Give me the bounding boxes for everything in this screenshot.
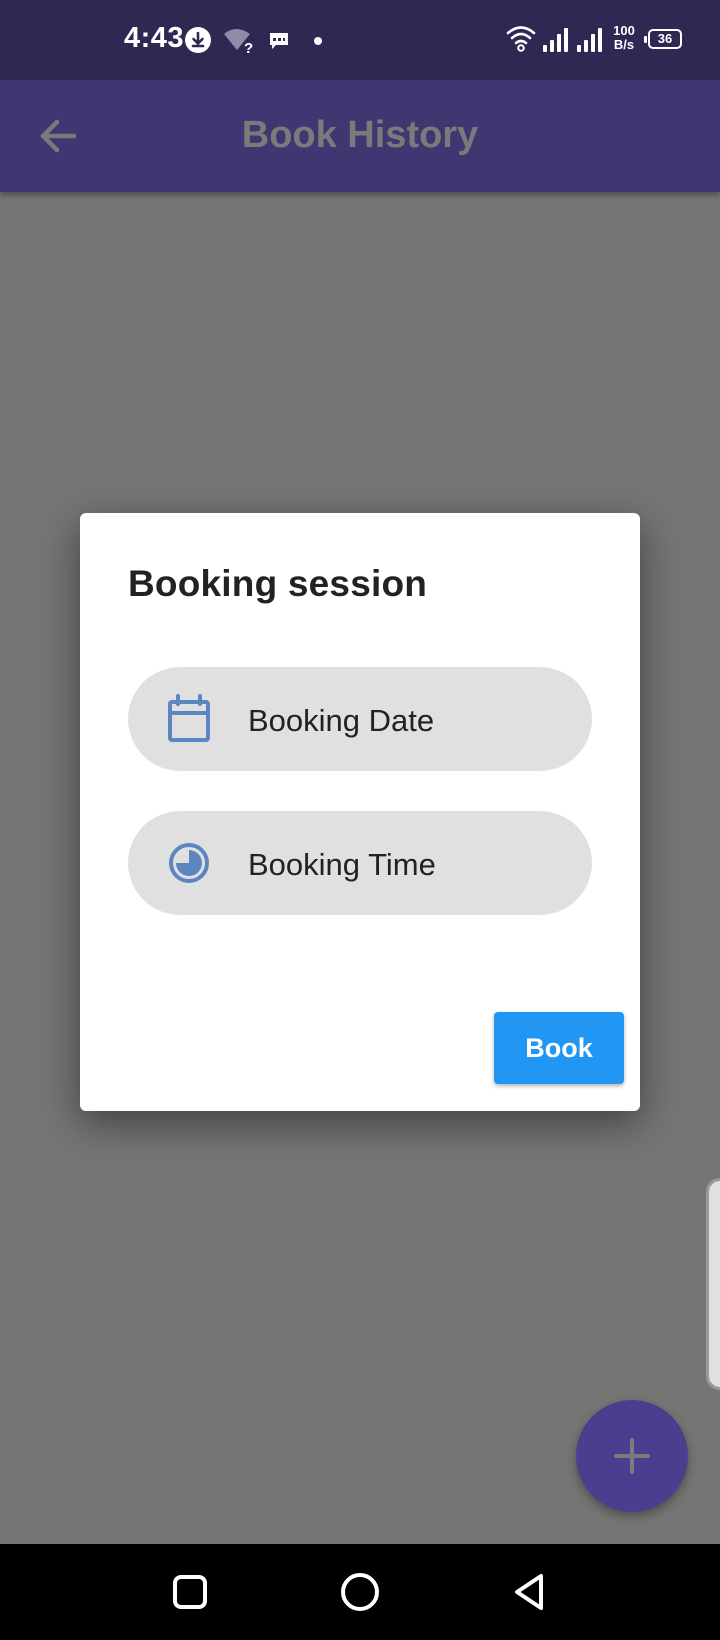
booking-date-label: Booking Date xyxy=(248,703,435,738)
booking-time-label: Booking Time xyxy=(248,847,436,882)
calendar-icon xyxy=(168,694,210,742)
recents-button[interactable] xyxy=(166,1568,214,1616)
book-button[interactable]: Book xyxy=(494,1012,624,1084)
system-nav-bar xyxy=(0,1544,720,1640)
battery-icon: 36 xyxy=(644,29,682,49)
side-drawer-handle[interactable] xyxy=(706,1178,720,1390)
status-bar: 4:43 ? 100 B/s 36 xyxy=(0,0,720,80)
booking-date-button[interactable]: Booking Date xyxy=(128,667,592,771)
net-speed-unit: B/s xyxy=(613,37,635,52)
message-icon xyxy=(270,33,288,49)
booking-time-button[interactable]: Booking Time xyxy=(128,811,592,915)
signal-icon xyxy=(543,28,568,52)
wifi-unknown-icon: ? xyxy=(224,29,253,54)
status-time: 4:43 xyxy=(124,22,185,54)
signal-icon-2 xyxy=(577,28,602,52)
booking-dialog: Booking session Booking Date Booking Tim… xyxy=(80,513,640,1111)
svg-text:?: ? xyxy=(244,40,253,54)
wifi-icon xyxy=(506,26,536,52)
dialog-title: Booking session xyxy=(128,563,428,604)
screen: 4:43 ? 100 B/s 36 Book History Booking s… xyxy=(0,0,720,1640)
home-button[interactable] xyxy=(336,1568,384,1616)
net-speed: 100 B/s xyxy=(609,24,639,52)
add-fab-button[interactable] xyxy=(576,1400,688,1512)
download-icon xyxy=(185,27,211,53)
plus-icon xyxy=(614,1438,650,1474)
page-title: Book History xyxy=(241,114,479,156)
back-nav-button[interactable] xyxy=(506,1568,554,1616)
battery-level: 36 xyxy=(657,31,673,46)
clock-icon xyxy=(169,843,209,883)
net-speed-value: 100 xyxy=(613,23,635,38)
dot-icon xyxy=(314,37,322,45)
app-bar: Book History xyxy=(0,80,720,192)
